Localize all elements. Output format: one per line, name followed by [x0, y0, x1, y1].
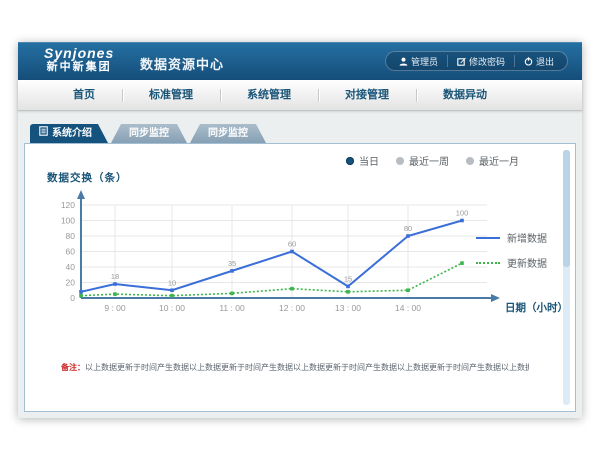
- legend-item-2[interactable]: 更新数据: [476, 255, 547, 270]
- time-filter-1[interactable]: 当日: [346, 153, 379, 168]
- svg-text:60: 60: [66, 247, 76, 257]
- footnote-text: 以上数据更新于时间产生数据以上数据更新于时间产生数据以上数据更新于时间产生数据以…: [85, 363, 529, 372]
- nav-item-3[interactable]: 系统管理: [220, 80, 318, 110]
- svg-text:100: 100: [456, 209, 469, 218]
- tab-bar: 系统介绍 同步监控 同步监控: [30, 124, 576, 143]
- tab-2[interactable]: 同步监控: [111, 124, 187, 143]
- legend-item-1[interactable]: 新增数据: [476, 230, 547, 245]
- user-menu-item[interactable]: 管理员: [390, 55, 447, 67]
- svg-text:18: 18: [111, 272, 119, 281]
- page-title: 数据资源中心: [140, 54, 224, 73]
- legend-line-swatch: [476, 237, 500, 239]
- svg-text:20: 20: [66, 278, 76, 288]
- radio-icon: [346, 157, 354, 165]
- nav-item-5[interactable]: 数据异动: [416, 80, 514, 110]
- svg-text:40: 40: [66, 262, 76, 272]
- svg-text:13 : 00: 13 : 00: [335, 303, 361, 313]
- svg-text:日期（小时）: 日期（小时）: [505, 301, 568, 314]
- radio-icon: [466, 157, 474, 165]
- svg-text:14 : 00: 14 : 00: [395, 303, 421, 313]
- user-icon: [399, 57, 408, 66]
- document-icon: [39, 124, 48, 143]
- time-filter-3[interactable]: 最近一月: [466, 153, 519, 168]
- main-nav: 首页标准管理系统管理对接管理数据异动: [18, 80, 582, 111]
- y-axis-title: 数据交换（条）: [47, 170, 128, 185]
- scrollbar[interactable]: [563, 150, 570, 405]
- svg-text:100: 100: [61, 216, 75, 226]
- time-filter-2[interactable]: 最近一周: [396, 153, 449, 168]
- footnote: 备注：以上数据更新于时间产生数据以上数据更新于时间产生数据以上数据更新于时间产生…: [61, 362, 529, 373]
- time-filter-group: 当日 最近一周 最近一月: [346, 153, 519, 168]
- edit-icon: [457, 57, 466, 66]
- change-password-button[interactable]: 修改密码: [447, 55, 514, 67]
- svg-text:35: 35: [228, 259, 236, 268]
- nav-item-4[interactable]: 对接管理: [318, 80, 416, 110]
- svg-text:80: 80: [66, 231, 76, 241]
- radio-icon: [396, 157, 404, 165]
- svg-text:9 : 00: 9 : 00: [104, 303, 126, 313]
- filter-label: 当日: [359, 153, 379, 168]
- header: Synjones 新中新集团 数据资源中心 管理员 修改密码 退出: [18, 42, 582, 80]
- legend-label: 更新数据: [507, 255, 547, 270]
- user-toolbar: 管理员 修改密码 退出: [385, 51, 568, 71]
- svg-text:0: 0: [70, 293, 75, 303]
- tab-active[interactable]: 系统介绍: [30, 124, 108, 143]
- nav-item-2[interactable]: 标准管理: [122, 80, 220, 110]
- user-item-label: 管理员: [411, 55, 438, 68]
- scrollbar-thumb[interactable]: [563, 150, 570, 267]
- app-window: Synjones 新中新集团 数据资源中心 管理员修改密码退出 首页标准管理系统…: [18, 42, 582, 418]
- footnote-label: 备注：: [61, 363, 85, 372]
- power-icon: [524, 57, 533, 66]
- user-item-label: 修改密码: [469, 55, 505, 68]
- svg-text:15: 15: [344, 274, 352, 283]
- svg-text:10 : 00: 10 : 00: [159, 303, 185, 313]
- tab-label: 系统介绍: [52, 124, 92, 143]
- legend-line-swatch: [476, 262, 500, 264]
- tab-3[interactable]: 同步监控: [190, 124, 266, 143]
- brand-company: 新中新集团: [44, 61, 114, 74]
- logout-button[interactable]: 退出: [514, 55, 563, 67]
- nav-item-1[interactable]: 首页: [46, 80, 122, 110]
- chart-legend: 新增数据更新数据: [476, 230, 547, 280]
- svg-text:11 : 00: 11 : 00: [219, 303, 245, 313]
- content-area: 系统介绍 同步监控 同步监控 当日 最近一周 最近一月 数据交换（条） 0 20 40 60 8…: [18, 111, 582, 418]
- svg-text:12 : 00: 12 : 00: [279, 303, 305, 313]
- brand-name: Synjones: [44, 46, 114, 61]
- svg-text:60: 60: [288, 240, 296, 249]
- brand-logo: Synjones 新中新集团: [44, 46, 114, 74]
- legend-label: 新增数据: [507, 230, 547, 245]
- tab-label: 同步监控: [129, 124, 169, 143]
- svg-text:120: 120: [61, 200, 75, 210]
- svg-text:10: 10: [168, 278, 176, 287]
- filter-label: 最近一月: [479, 153, 519, 168]
- chart-card: 当日 最近一周 最近一月 数据交换（条） 0 20 40 60 80 100 120 9 : 00…: [24, 143, 576, 412]
- tab-label: 同步监控: [208, 124, 248, 143]
- filter-label: 最近一周: [409, 153, 449, 168]
- user-item-label: 退出: [536, 55, 554, 68]
- svg-text:80: 80: [404, 224, 412, 233]
